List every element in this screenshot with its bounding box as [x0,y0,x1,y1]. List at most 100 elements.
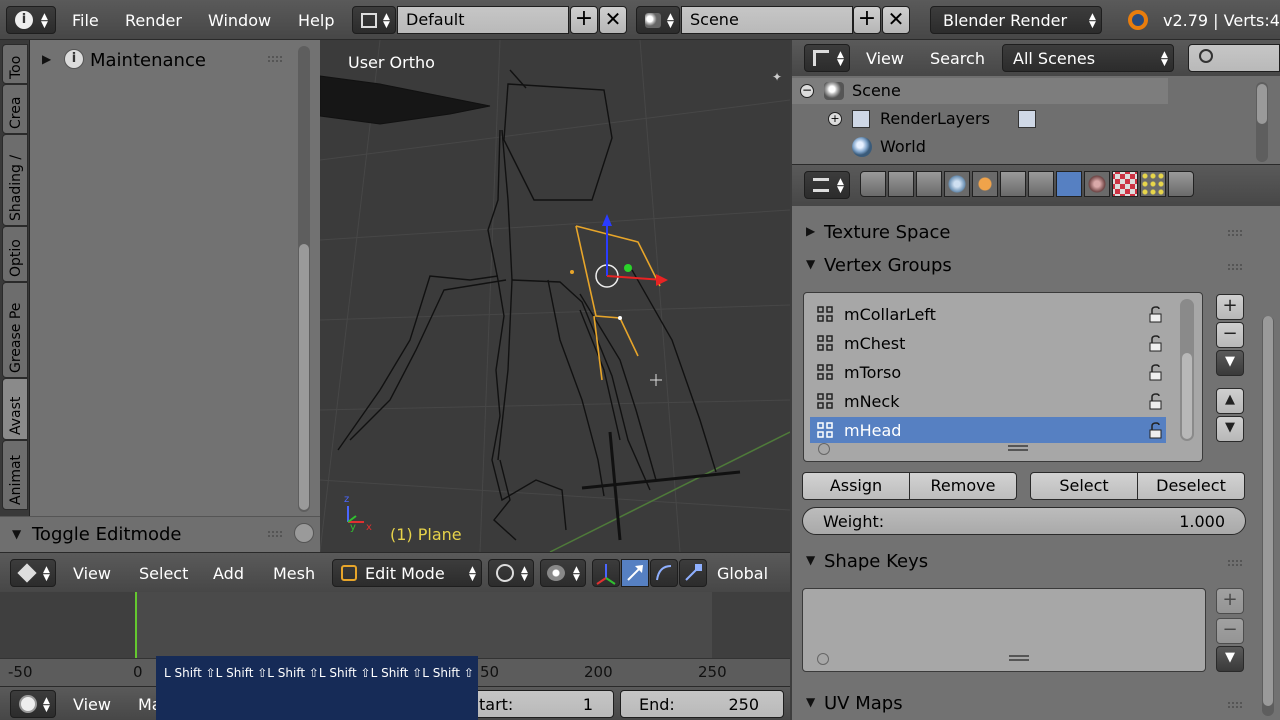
menu-view[interactable]: View [73,695,111,714]
rotate-manipulator-button[interactable] [650,559,678,587]
menu-render[interactable]: Render [125,11,182,30]
viewport-shading-select[interactable]: ▲ ▼ [488,559,534,587]
shape-keys-list[interactable] [802,588,1206,672]
viewport-corner-icon[interactable]: ✦ [772,70,782,84]
tab-tools[interactable]: Too [2,44,28,84]
list-resize-grip[interactable] [1008,445,1028,451]
texture-checker-icon[interactable] [1112,171,1138,197]
menu-mesh[interactable]: Mesh [273,564,315,583]
properties-scrollbar[interactable] [1262,316,1274,716]
maintenance-panel-title[interactable]: Maintenance [90,50,206,71]
translate-manipulator-button[interactable] [621,559,649,587]
vertex-group-add-button[interactable]: + [1216,294,1244,320]
screen-layout-button[interactable]: ▲ ▼ [352,6,396,34]
mode-select[interactable]: Edit Mode ▲ ▼ [332,559,482,587]
tab-create[interactable]: Crea [2,84,28,134]
menu-window[interactable]: Window [208,11,271,30]
panel-grip-icon[interactable] [1228,230,1242,236]
outliner-search-field[interactable] [1188,44,1280,72]
toggle-editmode-title[interactable]: Toggle Editmode [32,524,182,545]
transform-orientation-select[interactable]: Global [717,564,768,583]
panel-grip-icon[interactable] [268,531,282,537]
vertex-group-row[interactable]: mCollarLeft [810,301,1166,327]
world-tab-icon[interactable] [944,171,970,197]
menu-search[interactable]: Search [930,49,985,68]
expand-triangle-icon[interactable]: ▶ [42,52,51,66]
delete-scene-button[interactable]: ✕ [882,6,910,34]
add-scene-button[interactable]: + [853,6,881,34]
select-button[interactable]: Select [1030,472,1138,500]
manipulator-toggle[interactable] [592,559,620,587]
mesh-data-icon[interactable] [1056,171,1082,197]
tab-animation[interactable]: Animat [2,440,28,510]
unlock-icon[interactable] [1146,422,1164,440]
scene-tab-icon[interactable] [916,171,942,197]
display-mode-select[interactable]: All Scenes ▲ ▼ [1002,44,1174,72]
vertex-groups-list[interactable]: mCollarLeft mChest mTorso mNeck mHead [803,292,1203,462]
add-layout-button[interactable]: + [570,6,598,34]
unlock-icon[interactable] [1146,335,1164,353]
menu-view[interactable]: View [73,564,111,583]
outliner-row-renderlayers[interactable]: + RenderLayers [792,106,1168,132]
editor-type-button[interactable]: ▲ ▼ [804,171,850,199]
render-camera-icon[interactable] [860,171,886,197]
particles-tab-icon[interactable] [1140,171,1166,197]
vertex-group-move-up-button[interactable]: ▲ [1216,388,1244,414]
vertex-group-row[interactable]: mTorso [810,359,1166,385]
collapse-icon[interactable]: − [800,84,814,98]
tab-shading[interactable]: Shading / [2,134,28,226]
vertex-groups-panel-header[interactable]: ▼ Vertex Groups [792,252,1256,280]
vertex-group-row[interactable]: mChest [810,330,1166,356]
menu-help[interactable]: Help [298,11,334,30]
texture-space-panel-header[interactable]: ▶ Texture Space [792,218,1256,246]
start-frame-field[interactable]: tart: 1 [470,690,614,718]
menu-select[interactable]: Select [139,564,188,583]
render-layers-tab-icon[interactable] [888,171,914,197]
editor-type-button[interactable]: ▲ ▼ [10,690,56,718]
panel-grip-icon[interactable] [1228,702,1242,708]
outliner-scrollbar[interactable] [1256,82,1268,162]
shape-key-remove-button[interactable]: − [1216,618,1244,644]
scene-selector-button[interactable]: ▲ ▼ [636,6,680,34]
shape-keys-panel-header[interactable]: ▼ Shape Keys [792,548,1256,576]
tool-scrollbar[interactable] [298,46,310,512]
menu-view[interactable]: View [866,49,904,68]
menu-add[interactable]: Add [213,564,244,583]
outliner-row-world[interactable]: World [792,134,1168,160]
scale-manipulator-button[interactable] [679,559,707,587]
menu-file[interactable]: File [72,11,99,30]
render-engine-select[interactable]: Blender Render ▲ ▼ [930,6,1102,34]
editor-type-button[interactable]: ▲ ▼ [10,559,56,587]
screen-layout-field[interactable]: Default [397,6,569,34]
modifiers-wrench-icon[interactable] [1028,171,1054,197]
pivot-point-select[interactable]: ▲ ▼ [540,559,586,587]
physics-tab-icon[interactable] [1168,171,1194,197]
tab-options[interactable]: Optio [2,226,28,282]
assign-button[interactable]: Assign [802,472,910,500]
object-tab-icon[interactable] [972,171,998,197]
shape-key-add-button[interactable]: + [1216,588,1244,614]
panel-grip-icon[interactable] [1228,264,1242,270]
delete-layout-button[interactable]: ✕ [599,6,627,34]
unlock-icon[interactable] [1146,393,1164,411]
panel-grip-icon[interactable] [268,56,282,62]
weight-slider[interactable]: Weight: 1.000 [802,507,1246,535]
panel-grip-icon[interactable] [1228,560,1242,566]
editor-type-button[interactable]: i ▲ ▼ [6,6,56,34]
remove-button[interactable]: Remove [909,472,1017,500]
list-add-dot-icon[interactable] [818,443,830,455]
collapse-triangle-icon[interactable]: ▼ [12,527,21,541]
shape-key-specials-button[interactable]: ▼ [1216,646,1244,672]
outliner[interactable]: − Scene + RenderLayers World [792,76,1280,164]
list-add-dot-icon[interactable] [817,653,829,665]
editor-type-button[interactable]: ▲ ▼ [804,44,850,72]
vertex-group-row-selected[interactable]: mHead [810,417,1166,443]
vertex-group-row[interactable]: mNeck [810,388,1166,414]
deselect-button[interactable]: Deselect [1137,472,1245,500]
unlock-icon[interactable] [1146,306,1164,324]
unlock-icon[interactable] [1146,364,1164,382]
vertex-group-remove-button[interactable]: − [1216,322,1244,348]
outliner-row-scene[interactable]: − Scene [792,78,1168,104]
tab-grease-pencil[interactable]: Grease Pe [2,282,28,378]
end-frame-field[interactable]: End: 250 [620,690,784,718]
